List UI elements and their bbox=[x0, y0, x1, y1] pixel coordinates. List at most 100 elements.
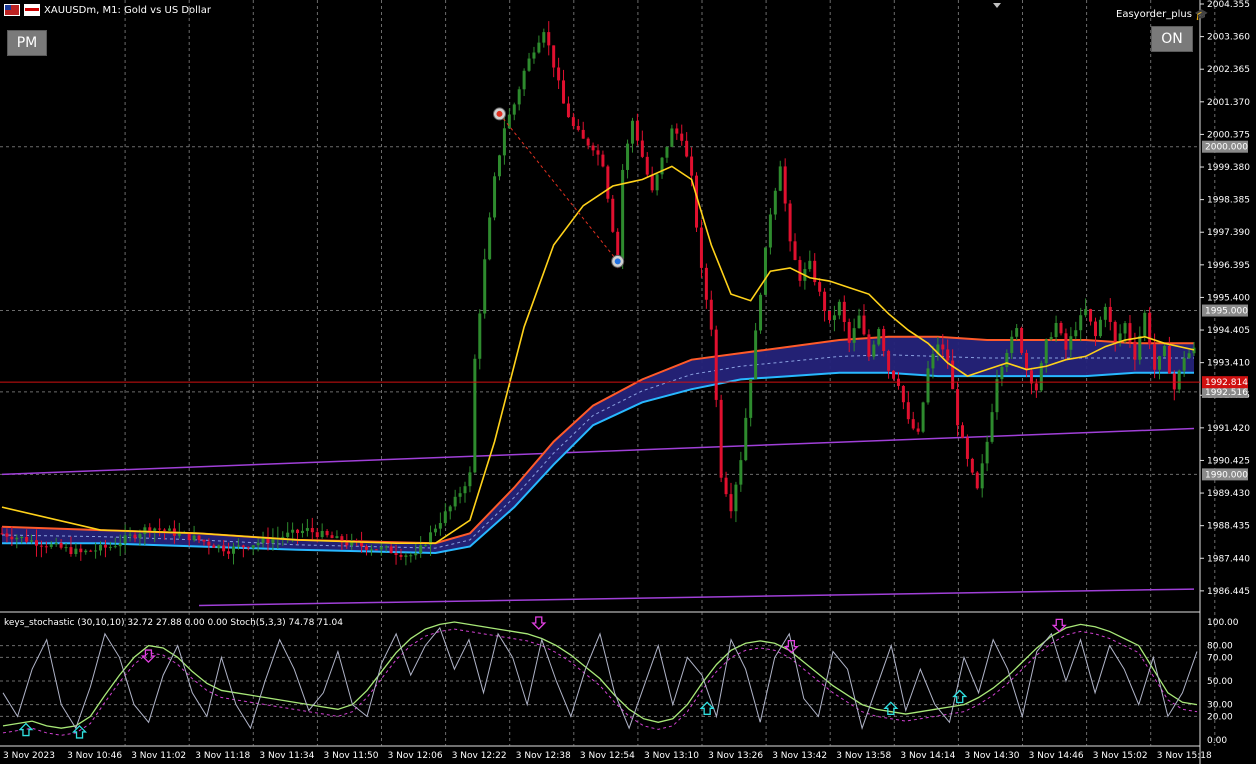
pm-button[interactable]: PM bbox=[7, 30, 47, 56]
candle-body bbox=[1182, 358, 1186, 371]
time-tick-label: 3 Nov 13:10 bbox=[644, 751, 699, 761]
candle-body bbox=[635, 120, 639, 141]
candle-body bbox=[44, 546, 48, 548]
scroll-marker-icon bbox=[993, 3, 1001, 8]
candle-body bbox=[167, 528, 171, 531]
candle-body bbox=[828, 310, 832, 320]
candle-body bbox=[497, 155, 501, 177]
price-tick-label: 2002.365 bbox=[1207, 65, 1250, 75]
candle-body bbox=[665, 146, 669, 158]
candle-body bbox=[823, 291, 827, 311]
candle-body bbox=[123, 535, 127, 544]
candle-body bbox=[596, 150, 600, 155]
candle-body bbox=[832, 315, 836, 320]
candle-body bbox=[49, 544, 53, 547]
candle-body bbox=[956, 389, 960, 426]
candle-body bbox=[143, 527, 147, 535]
candle-body bbox=[911, 419, 915, 429]
candle-body bbox=[547, 32, 551, 46]
candle-body bbox=[212, 545, 216, 548]
flag-icon bbox=[24, 4, 40, 16]
candle-body bbox=[394, 553, 398, 555]
stoch-tick-label: 70.00 bbox=[1207, 653, 1233, 663]
candle-body bbox=[473, 358, 477, 473]
candle-body bbox=[25, 536, 29, 542]
candle-body bbox=[675, 128, 679, 134]
indicator-label: keys_stochastic (30,10,10) 32.72 27.88 0… bbox=[4, 618, 343, 628]
candle-body bbox=[1098, 319, 1102, 337]
time-tick-label: 3 Nov 12:38 bbox=[516, 751, 571, 761]
candle-body bbox=[207, 541, 211, 546]
candle-body bbox=[15, 537, 19, 540]
candle-body bbox=[108, 546, 112, 548]
time-tick-label: 3 Nov 14:30 bbox=[965, 751, 1020, 761]
candle-body bbox=[906, 402, 910, 420]
on-button[interactable]: ON bbox=[1151, 26, 1193, 52]
candle-body bbox=[837, 301, 841, 316]
graduation-cap-icon: 🎓 bbox=[1194, 8, 1209, 21]
price-tick-label: 1998.385 bbox=[1207, 196, 1250, 206]
candle-body bbox=[202, 539, 206, 542]
candle-body bbox=[1187, 353, 1191, 359]
candle-body bbox=[931, 354, 935, 369]
candle-body bbox=[916, 428, 920, 432]
candle-body bbox=[69, 547, 73, 555]
candle-body bbox=[626, 143, 630, 170]
candle-body bbox=[759, 294, 763, 331]
candle-body bbox=[256, 542, 260, 546]
price-tick-label: 2004.355 bbox=[1207, 0, 1250, 10]
candle-body bbox=[409, 555, 413, 557]
candle-body bbox=[892, 370, 896, 379]
candle-body bbox=[552, 45, 556, 68]
candle-body bbox=[163, 529, 167, 531]
candle-body bbox=[424, 544, 428, 546]
candle-body bbox=[502, 128, 506, 156]
candle-body bbox=[783, 166, 787, 204]
price-tick-label: 2001.370 bbox=[1207, 98, 1250, 108]
candle-body bbox=[478, 313, 482, 359]
candle-body bbox=[34, 540, 38, 546]
candle-body bbox=[10, 536, 14, 540]
candle-body bbox=[680, 133, 684, 141]
candle-body bbox=[557, 67, 561, 81]
candle-body bbox=[1108, 306, 1112, 322]
candle-body bbox=[246, 547, 250, 549]
price-tick-label: 1991.420 bbox=[1207, 424, 1250, 434]
candle-body bbox=[1103, 306, 1107, 320]
price-tick-label: 1993.410 bbox=[1207, 359, 1250, 369]
candle-body bbox=[222, 545, 226, 552]
candle-body bbox=[1010, 336, 1014, 353]
candle-body bbox=[325, 530, 329, 536]
candle-body bbox=[739, 460, 743, 485]
candle-body bbox=[99, 544, 103, 551]
arrow-down-icon bbox=[531, 616, 547, 630]
arrow-down-icon bbox=[140, 649, 156, 663]
candle-body bbox=[1153, 344, 1157, 370]
candle-body bbox=[1089, 309, 1093, 322]
candle-body bbox=[1172, 373, 1176, 390]
keys-stochastic-line bbox=[2, 621, 1198, 729]
candle-body bbox=[847, 321, 851, 343]
candle-body bbox=[286, 532, 290, 537]
candle-body bbox=[655, 174, 659, 191]
price-tick-label: 1987.440 bbox=[1207, 554, 1250, 564]
price-tick-label: 1996.395 bbox=[1207, 261, 1250, 271]
trading-chart[interactable]: 3 Nov 2023 3 Nov 10:46 3 Nov 11:02 3 Nov 11… bbox=[0, 0, 1256, 764]
stoch-tick-label: 20.00 bbox=[1207, 712, 1233, 722]
candle-body bbox=[138, 534, 142, 539]
candle-body bbox=[901, 385, 905, 403]
candle-body bbox=[133, 534, 137, 539]
candle-body bbox=[389, 546, 393, 554]
time-tick-label: 3 Nov 13:42 bbox=[772, 751, 827, 761]
price-tick-label: 1994.405 bbox=[1207, 326, 1250, 336]
price-tag-label: 2000.000 bbox=[1205, 143, 1248, 153]
candle-body bbox=[763, 247, 767, 295]
candle-body bbox=[749, 379, 753, 418]
candle-body bbox=[84, 550, 88, 553]
candle-body bbox=[611, 198, 615, 232]
candle-body bbox=[1000, 367, 1004, 380]
candle-body bbox=[921, 402, 925, 432]
candle-body bbox=[192, 535, 196, 541]
candle-body bbox=[488, 217, 492, 260]
candle-body bbox=[527, 58, 531, 71]
